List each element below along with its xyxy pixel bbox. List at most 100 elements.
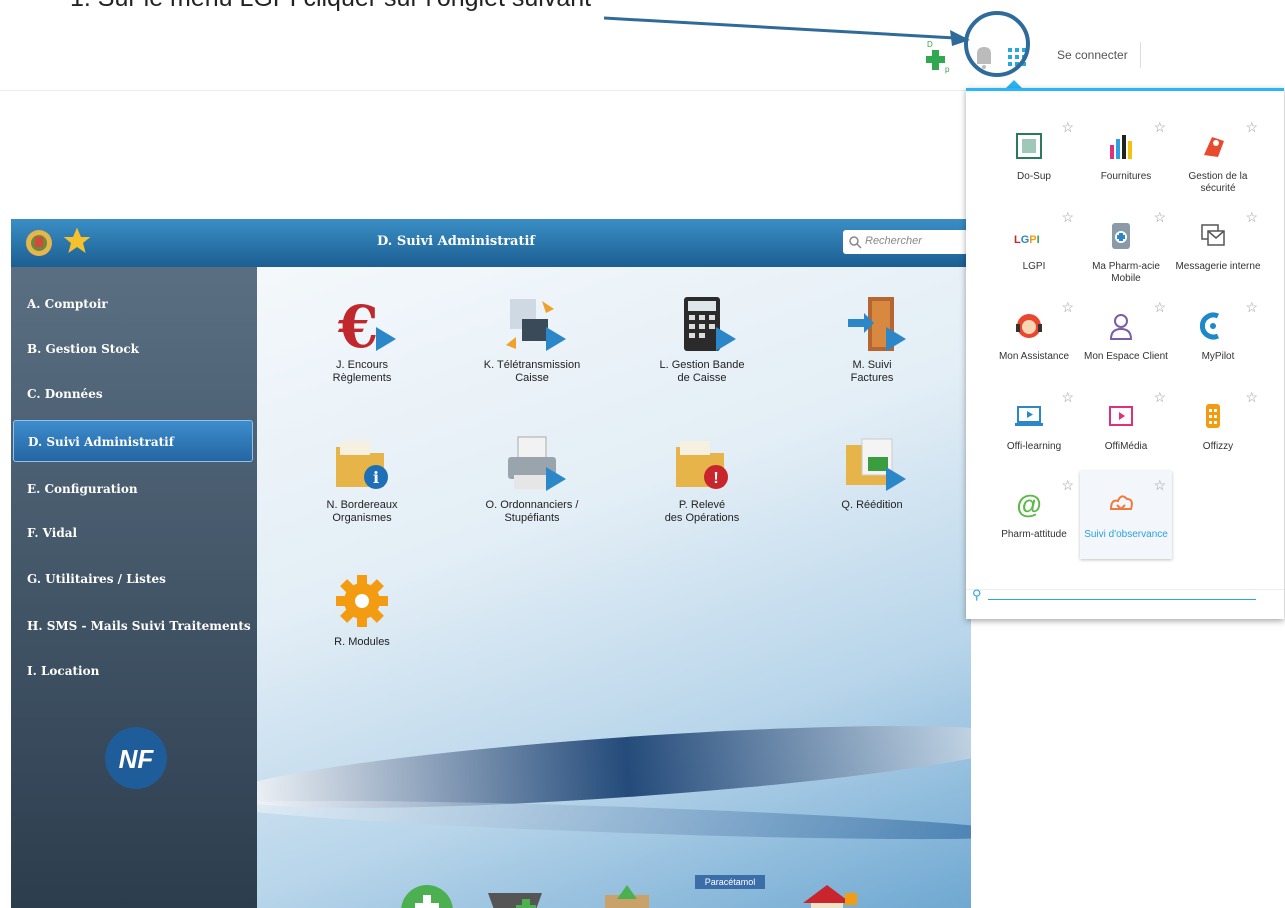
tile-releve-operations[interactable]: ! P. Relevé des Opérations bbox=[627, 435, 777, 525]
fournitures-icon bbox=[1110, 135, 1132, 159]
app-label: Ma Pharm-acie Mobile bbox=[1092, 261, 1160, 284]
tile-suivi-factures[interactable]: M. Suivi Factures bbox=[797, 295, 947, 385]
tile-label-line1: J. Encours bbox=[336, 359, 388, 371]
tile-label-line1: O. Ordonnanciers / bbox=[485, 499, 579, 511]
tile-label-line1: N. Bordereaux bbox=[326, 499, 398, 511]
app-tile-fournitures[interactable]: ☆ Fournitures bbox=[1080, 113, 1172, 201]
paracetamol-label[interactable]: Paracétamol bbox=[695, 875, 765, 889]
box-arrow-icon[interactable] bbox=[597, 879, 657, 908]
app-tile-messagerie[interactable]: ☆ Messagerie interne bbox=[1172, 203, 1264, 291]
tile-encours-reglements[interactable]: € J. Encours Règlements bbox=[287, 293, 437, 385]
app-tile-pharmattitude[interactable]: ☆ @ Pharm-attitude bbox=[988, 471, 1080, 559]
tile-modules[interactable]: R. Modules bbox=[287, 572, 437, 649]
highlight-circle bbox=[964, 11, 1030, 77]
messagerie-icon bbox=[1201, 224, 1225, 246]
tile-teletransmission-caisse[interactable]: K. Télétransmission Caisse bbox=[457, 295, 607, 385]
star-icon[interactable]: ☆ bbox=[1061, 389, 1074, 406]
app-label: OffiMédia bbox=[1104, 441, 1148, 452]
tile-bordereaux-organismes[interactable]: i N. Bordereaux Organismes bbox=[287, 435, 437, 525]
pharmattitude-icon: @ bbox=[1016, 489, 1041, 519]
app-tile-offimedia[interactable]: ☆ OffiMédia bbox=[1080, 383, 1172, 471]
tile-label-line1: K. Télétransmission bbox=[483, 359, 581, 371]
assistance-icon bbox=[1016, 314, 1042, 338]
star-icon[interactable]: ☆ bbox=[1061, 299, 1074, 316]
connect-link[interactable]: Se connecter bbox=[1057, 48, 1128, 62]
star-icon[interactable]: ☆ bbox=[1061, 477, 1074, 494]
annotation-arrow bbox=[603, 16, 970, 46]
offi-learning-icon bbox=[1015, 406, 1043, 426]
page-title: D. Suivi Administratif bbox=[376, 234, 536, 249]
tile-label-line2: Organismes bbox=[332, 512, 392, 524]
sidebar-item-configuration[interactable]: E. Configuration bbox=[13, 468, 253, 510]
apps-panel: ☆ Do-Sup ☆ Fournitures ☆ Gestion de la s… bbox=[966, 88, 1284, 619]
star-icon[interactable]: ☆ bbox=[1245, 209, 1258, 226]
door-icon bbox=[842, 295, 906, 353]
calculator-icon bbox=[672, 295, 736, 353]
mypilot-icon bbox=[1199, 312, 1220, 340]
mortar-add-icon[interactable] bbox=[482, 879, 552, 908]
lgpi-window: D. Suivi Administratif Rechercher A. Com… bbox=[11, 219, 971, 908]
tile-label-line2: des Opérations bbox=[664, 512, 740, 524]
sidebar-item-comptoir[interactable]: A. Comptoir bbox=[13, 283, 253, 325]
panel-divider bbox=[966, 589, 1284, 590]
star-icon[interactable]: ☆ bbox=[1153, 299, 1166, 316]
app-label: Fournitures bbox=[1100, 171, 1152, 182]
background-swoosh bbox=[257, 793, 971, 847]
star-icon[interactable]: ☆ bbox=[1153, 119, 1166, 136]
topbar-divider bbox=[0, 90, 970, 91]
app-tile-offizzy[interactable]: ☆ Offizzy bbox=[1172, 383, 1264, 471]
tile-reedition[interactable]: Q. Réédition bbox=[797, 435, 947, 512]
lgpi-icon: LGPI bbox=[1014, 234, 1040, 246]
sidebar-item-vidal[interactable]: F. Vidal bbox=[13, 512, 253, 554]
folders-icon bbox=[842, 435, 906, 493]
nf-logo: NF bbox=[105, 727, 167, 789]
sidebar-item-location[interactable]: I. Location bbox=[13, 650, 253, 692]
apps-search-input[interactable] bbox=[988, 599, 1256, 600]
app-tile-mon-assistance[interactable]: ☆ Mon Assistance bbox=[988, 293, 1080, 381]
app-tile-lgpi[interactable]: ☆ LGPI LGPI bbox=[988, 203, 1080, 291]
star-icon[interactable]: ☆ bbox=[1153, 209, 1166, 226]
printer-icon bbox=[502, 435, 566, 493]
app-tile-suivi-observance[interactable]: ☆ Suivi d'observance bbox=[1080, 471, 1172, 559]
app-label: Pharm-attitude bbox=[1001, 529, 1067, 540]
app-tile-mypilot[interactable]: ☆ MyPilot bbox=[1172, 293, 1264, 381]
svg-text:i: i bbox=[373, 468, 379, 487]
tile-label-line2: Stupéfiants bbox=[504, 512, 560, 524]
sidebar-item-gestion-stock[interactable]: B. Gestion Stock bbox=[13, 328, 253, 370]
star-icon[interactable]: ☆ bbox=[1153, 477, 1166, 494]
star-icon[interactable]: ☆ bbox=[1061, 119, 1074, 136]
app-tile-pharmacie-mobile[interactable]: ☆ Ma Pharm-acie Mobile bbox=[1080, 203, 1172, 291]
svg-text:p: p bbox=[945, 65, 950, 74]
add-icon[interactable] bbox=[397, 879, 457, 908]
app-tile-mon-espace-client[interactable]: ☆ Mon Espace Client bbox=[1080, 293, 1172, 381]
sidebar-item-suivi-administratif[interactable]: D. Suivi Administratif bbox=[13, 420, 253, 462]
sidebar-item-sms-mails[interactable]: H. SMS - Mails Suivi Traitements bbox=[13, 605, 253, 647]
app-label: MyPilot bbox=[1201, 351, 1235, 362]
dp-plus-icon[interactable]: D p bbox=[925, 38, 955, 74]
star-icon[interactable]: ☆ bbox=[1061, 209, 1074, 226]
star-icon[interactable]: ☆ bbox=[1245, 299, 1258, 316]
search-input[interactable]: Rechercher bbox=[843, 230, 968, 254]
star-icon[interactable]: ☆ bbox=[1245, 389, 1258, 406]
tile-ordonnanciers-stupefiants[interactable]: O. Ordonnanciers / Stupéfiants bbox=[457, 435, 607, 525]
content-area: € J. Encours Règlements K. Télétransmissi… bbox=[257, 267, 971, 908]
svg-text:LGPI: LGPI bbox=[1014, 234, 1040, 246]
folder-info-icon: i bbox=[332, 435, 392, 493]
star-icon[interactable]: ☆ bbox=[1153, 389, 1166, 406]
app-tile-offi-learning[interactable]: ☆ Offi-learning bbox=[988, 383, 1080, 471]
app-label: Mon Assistance bbox=[998, 351, 1070, 362]
tile-label-line2: Factures bbox=[850, 372, 894, 384]
app-label: Do-Sup bbox=[1017, 171, 1051, 182]
tile-gestion-bande-caisse[interactable]: L. Gestion Bande de Caisse bbox=[627, 295, 777, 385]
app-label: Messagerie interne bbox=[1175, 261, 1261, 272]
app-label: Gestion de la sécurité bbox=[1188, 171, 1248, 194]
app-tile-do-sup[interactable]: ☆ Do-Sup bbox=[988, 113, 1080, 201]
star-icon[interactable]: ☆ bbox=[1245, 119, 1258, 136]
do-sup-icon bbox=[1016, 133, 1042, 159]
tile-label-line1: L. Gestion Bande bbox=[659, 359, 745, 371]
sidebar-item-utilitaires[interactable]: G. Utilitaires / Listes bbox=[13, 558, 253, 600]
app-tile-gestion-securite[interactable]: ☆ Gestion de la sécurité bbox=[1172, 113, 1264, 201]
sidebar-item-donnees[interactable]: C. Données bbox=[13, 373, 253, 415]
pharmacy-home-icon[interactable] bbox=[797, 879, 867, 908]
svg-text:D: D bbox=[927, 40, 933, 49]
